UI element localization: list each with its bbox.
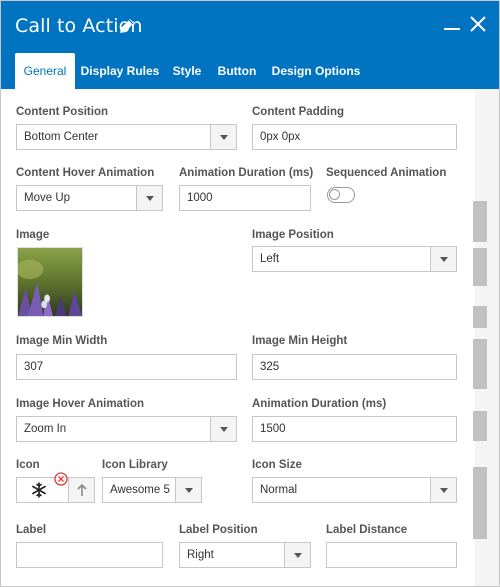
toggle-knob (329, 189, 340, 200)
icon-size-select[interactable]: Normal (252, 477, 457, 503)
chevron-down-icon (175, 478, 201, 502)
remove-icon[interactable] (54, 472, 68, 486)
label-position-select[interactable]: Right (179, 542, 311, 568)
tab-general[interactable]: General (15, 53, 75, 89)
image-hover-animation-select[interactable]: Zoom In (16, 416, 237, 442)
image-min-width-input[interactable]: 307 (16, 354, 237, 380)
tab-style[interactable]: Style (169, 53, 205, 89)
arrow-up-icon (77, 483, 87, 496)
content-position-select[interactable]: Bottom Center (16, 124, 237, 150)
chevron-down-icon (430, 478, 456, 502)
label-distance-input[interactable] (326, 542, 457, 568)
upload-arrow-button[interactable] (68, 478, 94, 502)
sequenced-animation-label: Sequenced Animation (326, 167, 447, 179)
form-body: Content Position Bottom Center Content P… (1, 89, 475, 586)
content-hover-animation-label: Content Hover Animation (16, 167, 155, 179)
content-hover-animation-select[interactable]: Move Up (16, 185, 163, 211)
chevron-down-icon (136, 186, 162, 210)
image-hover-animation-value: Zoom In (24, 423, 67, 435)
image-min-height-label: Image Min Height (252, 335, 348, 347)
scrollbar-thumb-4[interactable] (473, 339, 487, 389)
scrollbar-thumb-6[interactable] (473, 467, 487, 539)
label-position-label: Label Position (179, 524, 258, 536)
image-position-value: Left (260, 253, 280, 265)
minimize-icon[interactable] (441, 13, 463, 35)
icon-size-label: Icon Size (252, 459, 302, 471)
image-label: Image (16, 229, 50, 241)
animation-duration-label: Animation Duration (ms) (179, 167, 314, 179)
dialog-header: Call to Action General Display Rules Sty… (1, 1, 499, 89)
animation-duration-2-label: Animation Duration (ms) (252, 398, 387, 410)
icon-library-value: Awesome 5 (110, 484, 170, 496)
scrollbar-thumb-2[interactable] (473, 248, 487, 286)
label-distance-label: Label Distance (326, 524, 408, 536)
edit-pencil-icon[interactable] (117, 16, 137, 36)
label-input[interactable] (16, 542, 163, 568)
snowflake-icon (32, 482, 46, 498)
icon-label: Icon (16, 459, 40, 471)
tab-button[interactable]: Button (213, 53, 261, 89)
call-to-action-dialog: Call to Action General Display Rules Sty… (0, 0, 500, 587)
image-position-label: Image Position (252, 229, 334, 241)
scrollbar-thumb-5[interactable] (473, 411, 487, 441)
chevron-down-icon (210, 417, 236, 441)
scrollbar-thumb-1[interactable] (473, 201, 487, 242)
animation-duration-2-input[interactable]: 1500 (252, 416, 457, 442)
tab-design-options[interactable]: Design Options (271, 53, 361, 89)
scrollbar-thumb-3[interactable] (473, 306, 487, 328)
close-icon[interactable] (467, 13, 489, 35)
label-position-value: Right (187, 549, 214, 561)
image-position-select[interactable]: Left (252, 246, 457, 272)
icon-size-value: Normal (260, 484, 298, 496)
content-padding-label: Content Padding (252, 106, 344, 118)
content-position-value: Bottom Center (24, 131, 99, 143)
chevron-down-icon (430, 247, 456, 271)
icon-library-select[interactable]: Awesome 5 (102, 477, 202, 503)
content-hover-animation-value: Move Up (24, 192, 71, 204)
image-thumbnail[interactable] (17, 247, 83, 317)
sequenced-animation-toggle[interactable] (327, 187, 355, 203)
image-hover-animation-label: Image Hover Animation (16, 398, 145, 410)
chevron-down-icon (210, 125, 236, 149)
animation-duration-input[interactable]: 1000 (179, 185, 311, 211)
icon-library-label: Icon Library (102, 459, 168, 471)
image-min-height-input[interactable]: 325 (252, 354, 457, 380)
tab-display-rules[interactable]: Display Rules (77, 53, 163, 89)
image-min-width-label: Image Min Width (16, 335, 108, 347)
content-position-label: Content Position (16, 106, 108, 118)
label-label: Label (16, 524, 47, 536)
chevron-down-icon (284, 543, 310, 567)
content-padding-input[interactable]: 0px 0px (252, 124, 457, 150)
